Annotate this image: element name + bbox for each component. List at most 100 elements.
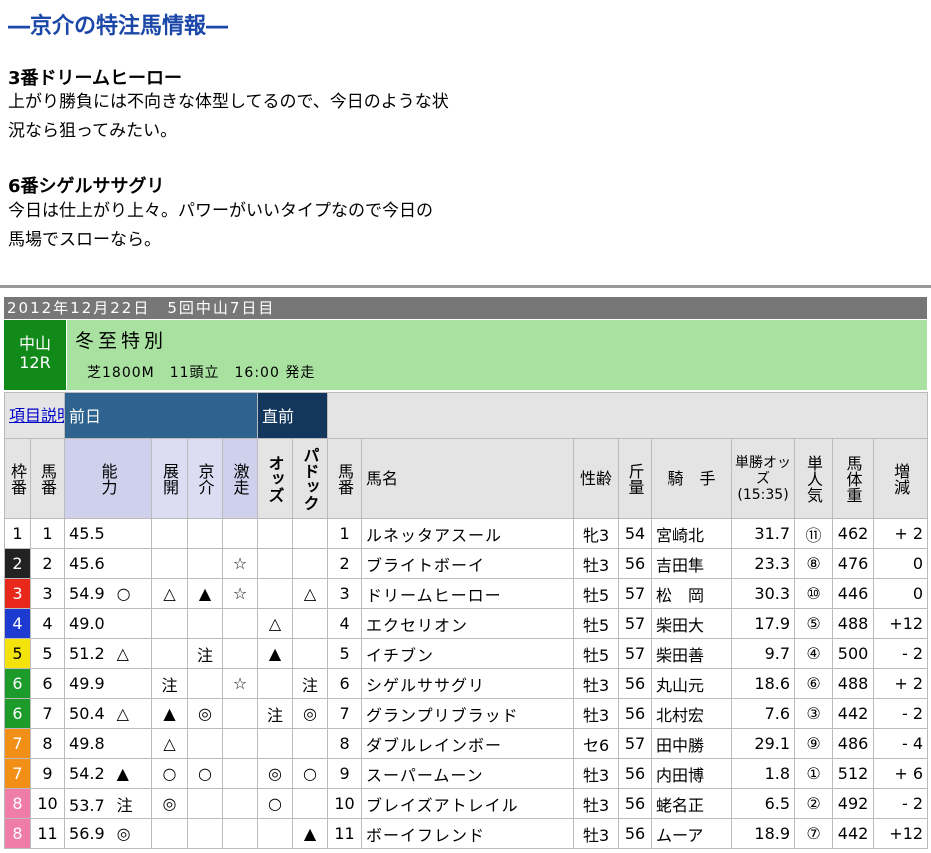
weight-cell: 57 [618,608,653,639]
col-body-weight: 馬体重 [832,438,875,519]
weight-cell: 56 [618,818,653,849]
header-spacer [327,392,929,439]
umaban2-cell: 8 [327,728,363,759]
jockey-cell: 蛯名正 [651,788,733,819]
popularity-cell: ⑤ [794,608,834,639]
waku-cell: 7 [4,758,31,789]
horse-name-link[interactable]: ブライトボーイ [361,548,575,579]
sex-age-cell: 牡5 [573,638,620,669]
ability-value: 53.7 [69,795,105,815]
odds-mark: △ [257,608,294,639]
entries-table: 項目説明 前日 直前 枠番 馬番 能力 展開 京介 激走 オッズ パドック 馬番… [3,392,929,849]
odds-mark: ◎ [257,758,294,789]
ability-cell: 53.7 注 [64,788,153,819]
waku-cell: 1 [4,518,31,549]
body-weight-cell: 488 [832,668,875,699]
col-weight: 斤量 [618,438,653,519]
win-odds-cell: 1.8 [731,758,796,789]
umaban2-cell: 1 [327,518,363,549]
col-ability: 能力 [64,438,153,519]
umaban-cell: 1 [29,518,66,549]
table-row: 4 4 49.0 △ 4 エクセリオン 牡5 57 柴田大 17.9 ⑤ 488 +12 [4,608,929,639]
horse-name-link[interactable]: グランプリブラッド [361,698,575,729]
col-paddock-mark: パドック [292,438,329,519]
umaban-cell: 10 [29,788,66,819]
kyosuke-mark [187,818,224,849]
ability-value: 49.9 [69,674,105,693]
kyosuke-mark [187,608,224,639]
col-tenkai: 展開 [151,438,189,519]
race-venue: 中山 [18,334,51,353]
pick-description: 上がり勝負には不向きな体型してるので、今日のような状 況なら狙ってみたい。 [8,88,449,146]
ability-value: 50.4 [69,704,105,723]
ability-value: 54.2 [69,764,105,783]
waku-cell: 2 [4,548,31,579]
horse-name-link[interactable]: ドリームヒーロー [361,578,575,609]
tenkai-mark: △ [151,578,189,609]
table-row: 8 10 53.7 注 ◎ ○ 10 ブレイズアトレイル 牡3 56 蛯名正 6.5 ② 492- 2 [4,788,929,819]
paddock-mark [292,548,329,579]
popularity-cell: ⑧ [794,548,834,579]
umaban2-cell: 9 [327,758,363,789]
kyosuke-mark: ◎ [187,698,224,729]
waku-cell: 4 [4,608,31,639]
waku-cell: 6 [4,698,31,729]
sex-age-cell: 牡5 [573,578,620,609]
win-odds-cell: 17.9 [731,608,796,639]
win-odds-cell: 23.3 [731,548,796,579]
horse-name-link[interactable]: シゲルササグリ [361,668,575,699]
win-odds-cell: 29.1 [731,728,796,759]
horse-name-link[interactable]: ブレイズアトレイル [361,788,575,819]
horse-name-link[interactable]: スーパームーン [361,758,575,789]
col-kyosuke: 京介 [187,438,224,519]
paddock-mark: ○ [292,758,329,789]
weight-cell: 57 [618,638,653,669]
col-odds-mark: オッズ [257,438,294,519]
jockey-cell: 内田博 [651,758,733,789]
umaban2-cell: 2 [327,548,363,579]
umaban-cell: 8 [29,728,66,759]
kyosuke-mark [187,548,224,579]
horse-name-link[interactable]: ダブルレインボー [361,728,575,759]
pick-line: 馬場でスローなら。 [8,230,161,250]
item-description-link[interactable]: 項目説明 [3,392,66,439]
body-weight-cell: 446 [832,578,875,609]
ability-cell: 54.2 ▲ [64,758,153,789]
win-odds-cell: 6.5 [731,788,796,819]
umaban-cell: 3 [29,578,66,609]
horse-name-link[interactable]: ルネッタアスール [361,518,575,549]
tenkai-mark [151,518,189,549]
change-cell: - 2 [873,788,929,819]
gekiso-mark [222,758,259,789]
waku-cell: 8 [4,788,31,819]
kyosuke-mark [187,788,224,819]
ability-value: 54.9 [69,584,105,603]
jockey-cell: 北村宏 [651,698,733,729]
tenkai-mark: ○ [151,758,189,789]
jockey-cell: 宮崎北 [651,518,733,549]
kyosuke-mark: ▲ [187,578,224,609]
pick-heading: 3番ドリームヒーロー [8,68,182,89]
col-gekiso: 激走 [222,438,259,519]
umaban2-cell: 7 [327,698,363,729]
sex-age-cell: 牡3 [573,698,620,729]
horse-name-link[interactable]: イチブン [361,638,575,669]
kyosuke-mark [187,728,224,759]
weight-cell: 54 [618,518,653,549]
col-waku: 枠番 [4,438,31,519]
horse-name-link[interactable]: ボーイフレンド [361,818,575,849]
gekiso-mark [222,518,259,549]
umaban2-cell: 10 [327,788,363,819]
ability-cell: 49.8 [64,728,153,759]
odds-mark [257,518,294,549]
race-name: 冬至特別 [75,330,168,352]
win-odds-cell: 18.9 [731,818,796,849]
paddock-mark [292,728,329,759]
ability-value: 51.2 [69,644,105,663]
change-cell: 0 [873,578,929,609]
table-row: 6 7 50.4 △ ▲ ◎ 注 ◎ 7 グランプリブラッド 牡3 56 北村宏 7.6 ③ 442- 2 [4,698,929,729]
table-row: 7 9 54.2 ▲ ○ ○ ◎ ○ 9 スーパームーン 牡3 56 内田博 1.8 ① 512 + 6 [4,758,929,789]
jockey-cell: 田中勝 [651,728,733,759]
horse-name-link[interactable]: エクセリオン [361,608,575,639]
odds-mark: ○ [257,788,294,819]
